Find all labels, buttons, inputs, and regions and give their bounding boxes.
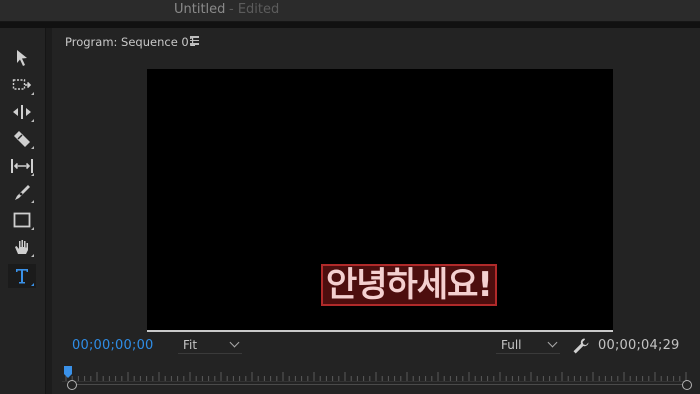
program-monitor-panel: Program: Sequence 01 안녕하세요! 00;00;00;00 … [52, 28, 700, 394]
pen-icon [15, 185, 30, 200]
chevron-down-icon [547, 337, 558, 348]
arrow-icon [17, 50, 27, 66]
program-viewer[interactable]: 안녕하세요! [147, 69, 613, 331]
slip-icon [11, 159, 33, 173]
scrollbar-start-handle[interactable] [67, 380, 77, 390]
scrollbar-track [70, 384, 690, 385]
ripple-edit-icon [13, 105, 31, 119]
type-tool[interactable] [8, 264, 36, 288]
chevron-down-icon [229, 337, 240, 348]
hand-icon [15, 240, 28, 254]
current-timecode[interactable]: 00;00;00;00 [72, 338, 154, 353]
zoom-scrollbar[interactable] [64, 380, 694, 390]
scrollbar-end-handle[interactable] [682, 380, 692, 390]
resolution-dropdown[interactable]: Full [496, 336, 560, 354]
pen-tool[interactable] [8, 181, 36, 205]
title-bar: Untitled - Edited [0, 0, 700, 22]
zoom-dropdown[interactable]: Fit [178, 336, 242, 354]
resolution-value: Full [501, 338, 522, 352]
rectangle-icon [13, 212, 31, 228]
razor-tool[interactable] [8, 127, 36, 151]
selection-tool[interactable] [8, 46, 36, 70]
subtitle-text[interactable]: 안녕하세요! [321, 264, 497, 306]
rectangle-tool[interactable] [8, 208, 36, 232]
slip-tool[interactable] [8, 154, 36, 178]
edited-status: - Edited [229, 2, 280, 17]
track-select-icon [12, 79, 32, 90]
hand-tool[interactable] [8, 235, 36, 259]
wrench-icon[interactable] [572, 337, 590, 355]
type-icon [16, 269, 28, 284]
ripple-edit-tool[interactable] [8, 100, 36, 124]
duration-timecode: 00;00;04;29 [598, 338, 680, 353]
track-select-tool[interactable] [8, 73, 36, 97]
razor-icon [14, 131, 30, 147]
document-title: Untitled [174, 2, 226, 17]
viewer-bottom-rule [147, 330, 613, 332]
tools-panel [0, 28, 46, 394]
zoom-value: Fit [183, 338, 198, 352]
panel-title: Program: Sequence 01 [65, 35, 197, 49]
panel-menu-icon[interactable] [190, 36, 199, 45]
playhead-icon[interactable] [64, 366, 72, 380]
